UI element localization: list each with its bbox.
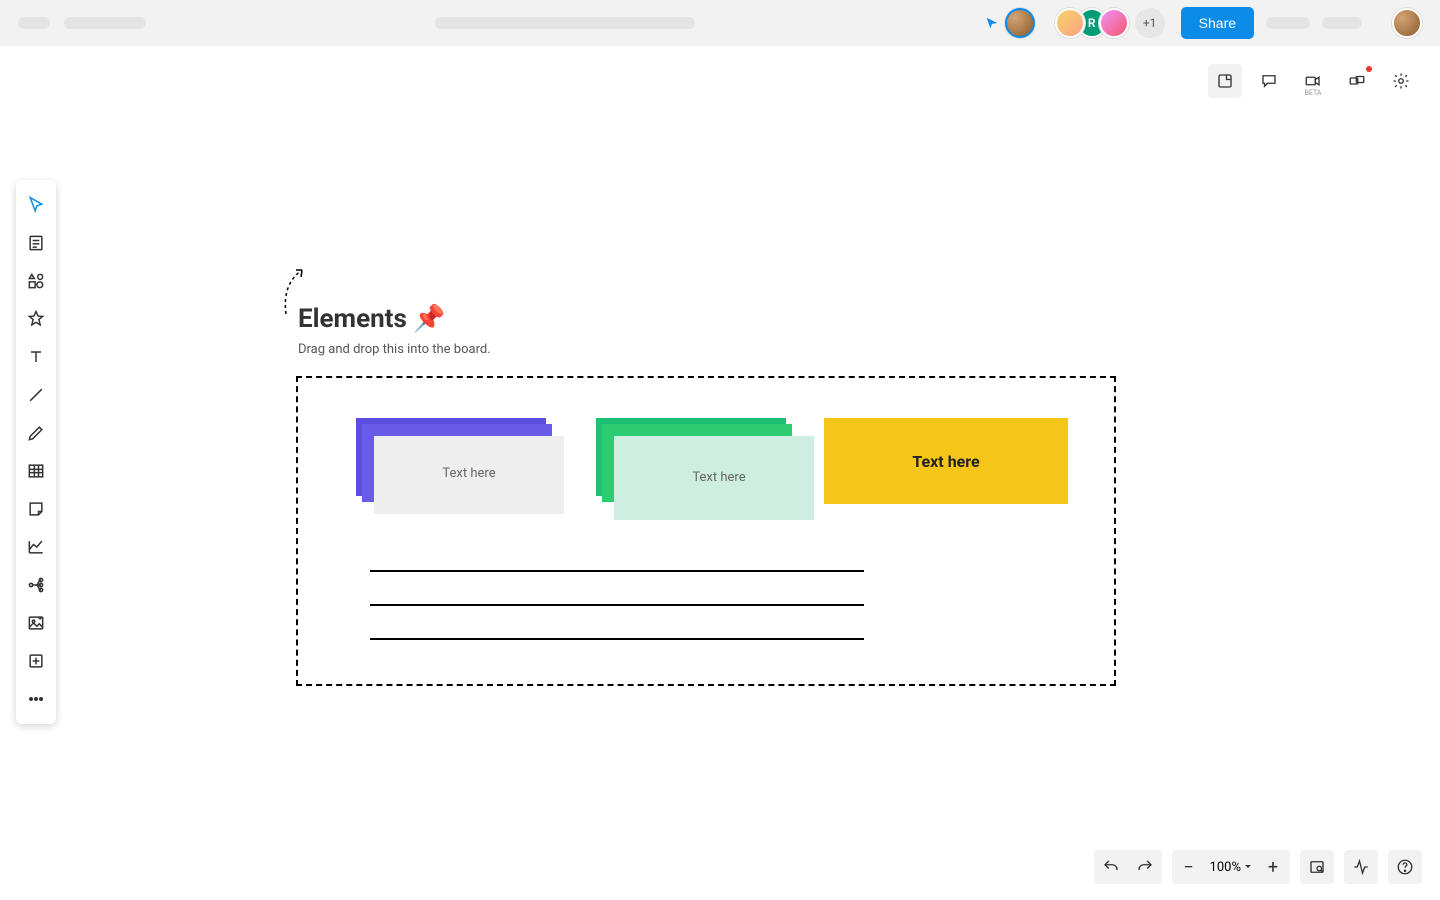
collaborator-avatars[interactable]: R — [1055, 8, 1129, 38]
elements-subheading: Drag and drop this into the board. — [298, 342, 491, 357]
element-card-3-label: Text here — [912, 452, 979, 471]
bottom-bar: − 100% + — [1094, 850, 1422, 884]
current-user-avatar[interactable] — [1005, 8, 1035, 38]
element-card-2-label: Text here — [624, 470, 814, 485]
undo-redo-group — [1094, 850, 1162, 884]
collab-cursor-icon — [985, 16, 999, 30]
right-placeholder-2 — [1322, 17, 1362, 29]
zoom-in-button[interactable]: + — [1256, 850, 1290, 884]
element-line-1[interactable] — [370, 570, 864, 572]
right-placeholder-1 — [1266, 17, 1310, 29]
chevron-down-icon — [1244, 863, 1252, 871]
center-placeholder — [435, 17, 695, 29]
element-line-2[interactable] — [370, 604, 864, 606]
title-placeholder — [64, 17, 146, 29]
undo-button[interactable] — [1094, 850, 1128, 884]
share-button[interactable]: Share — [1181, 7, 1254, 39]
elements-dashed-container[interactable]: Text here Text here Text here — [296, 376, 1116, 686]
zoom-group: − 100% + — [1172, 850, 1290, 884]
element-line-3[interactable] — [370, 638, 864, 640]
help-button[interactable] — [1388, 850, 1422, 884]
redo-button[interactable] — [1128, 850, 1162, 884]
owner-avatar[interactable] — [1392, 8, 1422, 38]
zoom-out-button[interactable]: − — [1172, 850, 1206, 884]
element-card-1-label: Text here — [374, 466, 564, 481]
elements-heading: Elements 📌 — [298, 304, 446, 334]
element-card-3[interactable]: Text here — [824, 418, 1068, 504]
topbar: R +1 Share — [0, 0, 1440, 46]
menu-placeholder — [18, 17, 50, 29]
zoom-level[interactable]: 100% — [1206, 860, 1256, 875]
collaborator-avatar-3[interactable] — [1099, 8, 1129, 38]
zoom-value: 100% — [1210, 860, 1241, 875]
map-button[interactable] — [1300, 850, 1334, 884]
canvas[interactable]: Elements 📌 Drag and drop this into the b… — [0, 46, 1440, 900]
more-collaborators-badge[interactable]: +1 — [1135, 8, 1165, 38]
collaborator-avatar-1[interactable] — [1055, 8, 1085, 38]
activity-button[interactable] — [1344, 850, 1378, 884]
